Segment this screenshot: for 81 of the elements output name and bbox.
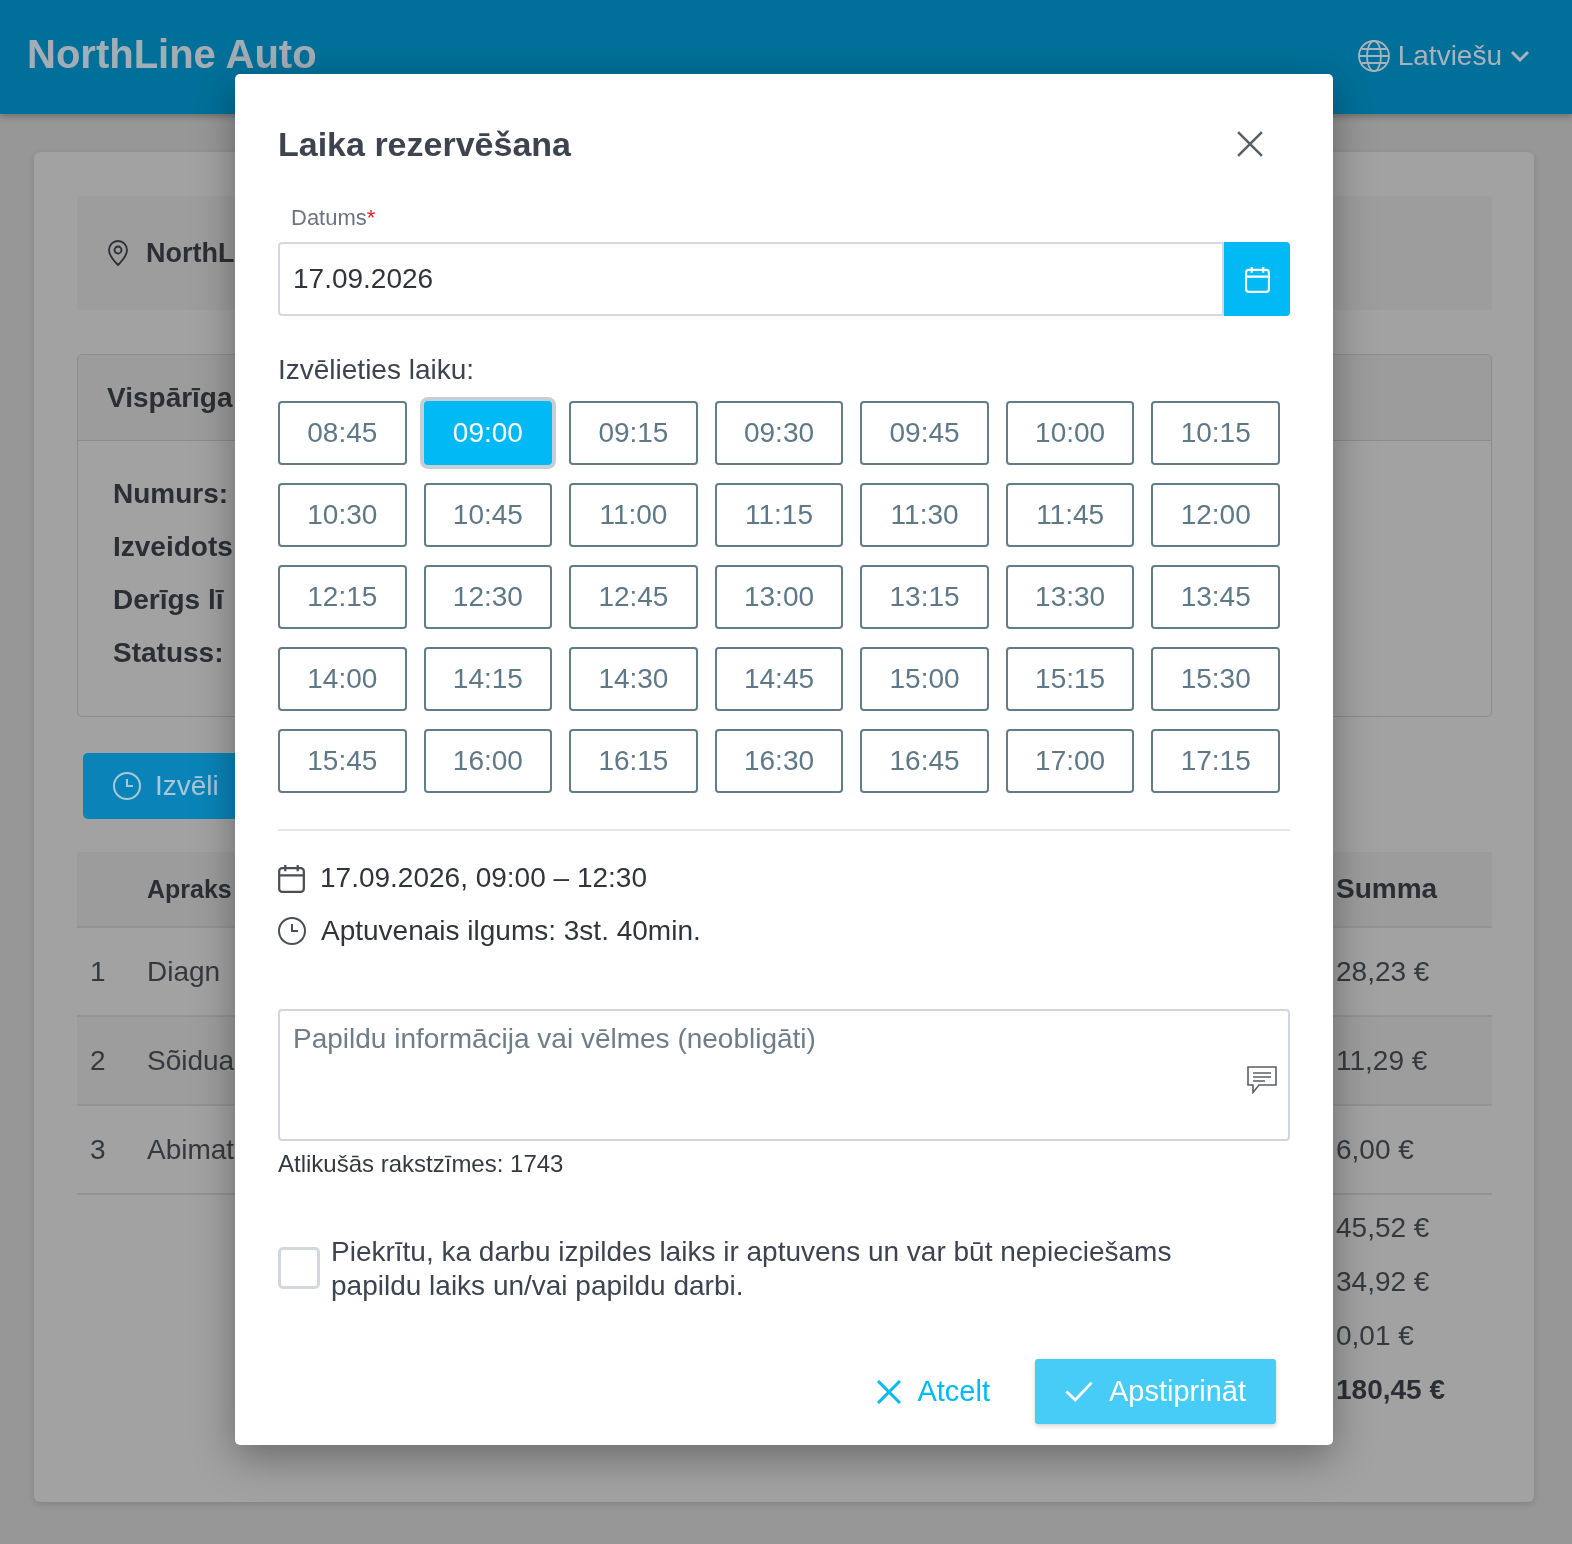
language-selector[interactable]: Latviešu [1357,40,1530,72]
field-label: Numurs: [113,477,229,511]
field-label: Izveidots [113,530,233,564]
table-cell: 28,23 € [1336,955,1430,988]
table-cell: Diagn [147,955,221,988]
time-slot-button[interactable]: 16:00 [423,729,553,793]
agreement-text: Piekrītu, ka darbu izpildes laiks ir aptuvens un var būt nepieciešams papildu laiks un/vai papildu darbi. [331,1235,1173,1303]
time-slot-button[interactable]: 15:15 [1005,647,1135,711]
time-slot-button[interactable]: 12:30 [423,565,553,629]
time-slot-button[interactable]: 17:15 [1151,729,1280,793]
info-panel-title: Vispārīga [107,381,233,414]
check-icon [1065,1381,1093,1402]
time-slot-button[interactable]: 14:45 [714,647,844,711]
field-label: Derīgs lī [113,583,224,617]
table-cell: 1 [90,955,106,988]
time-slot-button[interactable]: 16:30 [714,729,844,793]
close-icon [877,1379,902,1404]
time-slot-button[interactable]: 15:45 [278,729,407,793]
time-slot-button[interactable]: 09:15 [569,401,698,465]
time-slot-button[interactable]: 13:15 [860,565,989,629]
column-header: Apraks [147,874,232,904]
clock-icon [113,772,141,800]
time-slot-button[interactable]: 11:00 [569,483,698,547]
time-slot-button[interactable]: 11:15 [714,483,844,547]
clock-icon [278,917,306,945]
character-counter: Atlikušās rakstzīmes: 1743 [278,1149,564,1179]
table-cell: 3 [90,1133,106,1166]
agreement-checkbox[interactable] [278,1247,320,1289]
time-slot-button[interactable]: 16:15 [569,729,698,793]
time-slot-button[interactable]: 15:00 [860,647,989,711]
column-header: Summa [1336,873,1438,905]
time-slot-button[interactable]: 14:30 [569,647,698,711]
time-slot-button[interactable]: 17:00 [1005,729,1135,793]
time-slot-button[interactable]: 15:30 [1151,647,1280,711]
close-button[interactable] [1237,131,1263,157]
dialog-title: Laika rezervēšana [278,124,571,164]
summary-text: Aptuvenais ilgums: 3st. 40min. [321,915,701,947]
time-slot-button[interactable]: 08:45 [278,401,407,465]
time-slot-button[interactable]: 14:00 [278,647,407,711]
logo-text: NorthLine Auto [27,31,317,78]
time-slot-button[interactable]: 10:45 [423,483,553,547]
time-slot-button[interactable]: 10:30 [278,483,407,547]
table-cell: 2 [90,1044,106,1077]
chevron-down-icon [1510,50,1530,62]
calendar-button[interactable] [1224,242,1290,316]
time-slot-button[interactable]: 12:45 [569,565,698,629]
total-amount: 45,52 € [1336,1212,1430,1244]
time-slot-button[interactable]: 11:45 [1005,483,1135,547]
globe-icon [1357,40,1390,72]
notes-field[interactable]: Papildu informācija vai vēlmes (neobligāti) [278,1009,1290,1141]
field-label: Statuss: [113,636,224,670]
table-cell: Abimat [147,1133,235,1166]
location-name: NorthL [146,237,235,269]
summary-text: 17.09.2026, 09:00 – 12:30 [320,862,647,894]
location-pin-icon [108,240,128,266]
choose-time-button[interactable]: Izvēli [83,753,235,819]
comment-icon [1247,1066,1277,1094]
time-slot-button[interactable]: 09:30 [714,401,844,465]
date-label: Datums* [291,206,376,230]
table-cell: Sõidua [147,1044,235,1077]
time-slot-button[interactable]: 12:15 [278,565,407,629]
time-slot-button[interactable]: 16:45 [860,729,989,793]
total-amount: 0,01 € [1336,1320,1414,1352]
calendar-icon [278,863,305,893]
calendar-icon [1244,265,1270,293]
time-slot-button[interactable]: 13:30 [1005,565,1135,629]
time-slot-button[interactable]: 10:15 [1151,401,1280,465]
grand-total-amount: 180,45 € [1336,1374,1445,1406]
time-slot-button[interactable]: 14:15 [423,647,553,711]
time-section-label: Izvēlieties laiku: [278,353,475,387]
date-input-field[interactable]: 17.09.2026 [278,242,1224,316]
time-slot-button[interactable]: 09:45 [860,401,989,465]
time-slot-button[interactable]: 10:00 [1005,401,1135,465]
total-amount: 34,92 € [1336,1266,1430,1298]
time-slot-button[interactable]: 13:00 [714,565,844,629]
time-slot-button[interactable]: 12:00 [1151,483,1280,547]
table-cell: 11,29 € [1336,1044,1428,1077]
time-slot-button[interactable]: 13:45 [1151,565,1280,629]
close-icon [1237,131,1263,157]
table-cell: 6,00 € [1336,1133,1414,1166]
time-slot-button[interactable]: 11:30 [860,483,989,547]
